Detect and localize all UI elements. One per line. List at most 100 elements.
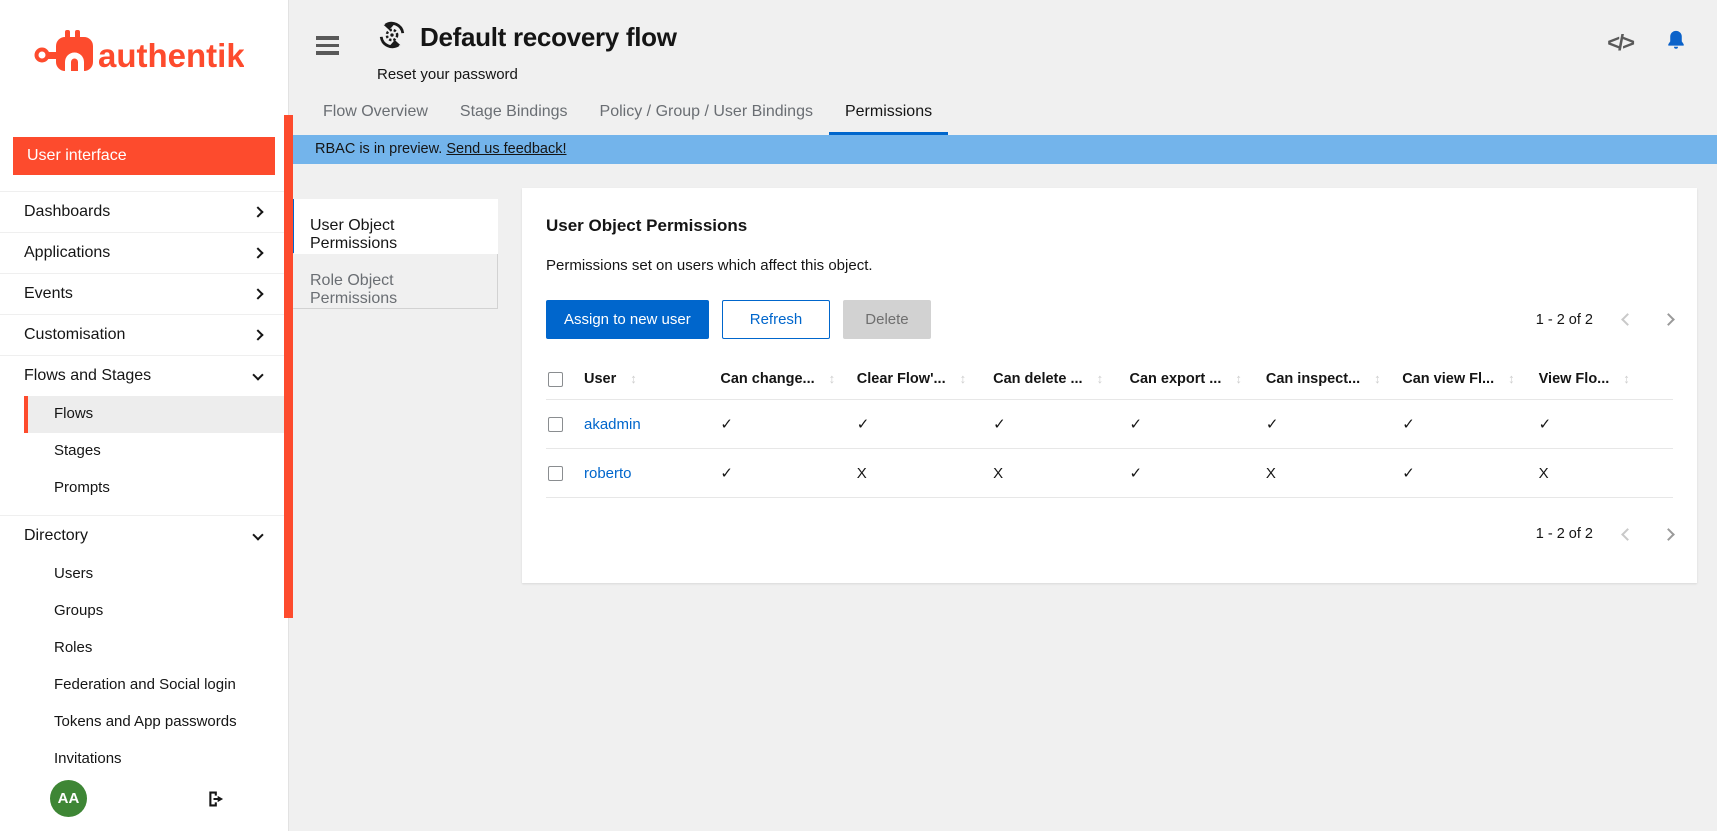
sidebar-subitem[interactable]: Groups bbox=[24, 593, 288, 630]
sort-icon[interactable]: ↕ bbox=[829, 371, 836, 386]
tab[interactable]: Stage Bindings bbox=[444, 93, 584, 135]
logo-wordmark: authentik bbox=[98, 37, 244, 74]
column-header-label: Can inspect... bbox=[1266, 371, 1360, 387]
tab[interactable]: Flow Overview bbox=[307, 93, 444, 135]
next-page-icon[interactable] bbox=[1662, 313, 1675, 326]
sidebar-footer: AA bbox=[0, 771, 288, 831]
sort-icon[interactable]: ↕ bbox=[960, 371, 967, 386]
permission-cell: ✓ bbox=[1400, 449, 1536, 498]
logo-key-ring bbox=[37, 50, 48, 61]
sidebar-item-label: User interface bbox=[27, 147, 127, 164]
subtab-label: User Object Permissions bbox=[310, 217, 397, 252]
sidebar-subitem[interactable]: Tokens and App passwords bbox=[24, 704, 288, 741]
sidebar-subitem[interactable]: Prompts bbox=[24, 470, 288, 507]
sort-icon[interactable]: ↕ bbox=[1235, 371, 1242, 386]
sidebar-subitem-label: Tokens and App passwords bbox=[54, 713, 237, 730]
sidebar: authentik User interface Dashboards Appl… bbox=[0, 0, 288, 831]
sidebar-section-label: Dashboards bbox=[24, 203, 110, 221]
pagination-top: 1 - 2 of 2 bbox=[1536, 312, 1673, 328]
tab-label: Flow Overview bbox=[323, 103, 428, 120]
chevron-icon bbox=[252, 288, 263, 299]
api-code-icon[interactable]: </> bbox=[1607, 30, 1633, 56]
chevron-icon bbox=[252, 206, 263, 217]
delete-button[interactable]: Delete bbox=[843, 300, 930, 339]
sidebar-subitem-label: Invitations bbox=[54, 750, 122, 767]
column-header-label: Can export ... bbox=[1130, 371, 1222, 387]
column-header[interactable]: Can inspect... ↕ bbox=[1264, 359, 1400, 400]
permission-cell: ✓ bbox=[1128, 400, 1264, 449]
row-checkbox[interactable] bbox=[548, 466, 563, 481]
sidebar-subitem[interactable]: Invitations bbox=[24, 741, 288, 771]
user-link[interactable]: roberto bbox=[584, 465, 632, 482]
top-bar: Default recovery flow Reset your passwor… bbox=[288, 0, 1717, 83]
subtab[interactable]: Role Object Permissions bbox=[291, 254, 498, 309]
sidebar-section: Flows and Stages Flows Stages Prompts bbox=[0, 355, 288, 515]
subtab[interactable]: User Object Permissions bbox=[291, 199, 498, 254]
sidebar-section-header[interactable]: Dashboards bbox=[0, 192, 288, 232]
sort-icon[interactable]: ↕ bbox=[1623, 371, 1630, 386]
previous-page-icon[interactable] bbox=[1621, 528, 1634, 541]
page-subtitle: Reset your password bbox=[377, 66, 677, 83]
tab-label: Permissions bbox=[845, 103, 932, 120]
column-header[interactable]: User↕ bbox=[582, 359, 718, 400]
column-header[interactable]: View Flo... ↕ bbox=[1537, 359, 1673, 400]
sidebar-section-header[interactable]: Flows and Stages bbox=[0, 356, 288, 396]
sidebar-section-children: Flows Stages Prompts bbox=[0, 396, 288, 515]
row-checkbox[interactable] bbox=[548, 417, 563, 432]
column-header[interactable]: Can change...↕ bbox=[718, 359, 854, 400]
next-page-icon[interactable] bbox=[1662, 528, 1675, 541]
sidebar-section: Events bbox=[0, 273, 288, 314]
sort-icon[interactable]: ↕ bbox=[1097, 371, 1104, 386]
sidebar-subitem[interactable]: Flows bbox=[24, 396, 288, 433]
user-link[interactable]: akadmin bbox=[584, 416, 641, 433]
sidebar-subitem[interactable]: Federation and Social login bbox=[24, 667, 288, 704]
column-header[interactable]: Can delete ...↕ bbox=[991, 359, 1127, 400]
select-all-checkbox[interactable] bbox=[548, 372, 563, 387]
logout-icon[interactable] bbox=[206, 789, 226, 809]
sort-icon[interactable]: ↕ bbox=[1508, 371, 1515, 386]
sidebar-section-label: Customisation bbox=[24, 326, 125, 344]
assign-to-new-user-button[interactable]: Assign to new user bbox=[546, 300, 709, 339]
chevron-icon bbox=[252, 369, 263, 380]
column-header-label: View Flo... bbox=[1539, 371, 1610, 387]
hamburger-menu-icon[interactable] bbox=[316, 32, 339, 59]
sidebar-subitem-label: Prompts bbox=[54, 479, 110, 496]
sidebar-section-header[interactable]: Customisation bbox=[0, 315, 288, 355]
column-header-label: Clear Flow'... bbox=[857, 371, 946, 387]
pagination-label: 1 - 2 of 2 bbox=[1536, 526, 1593, 542]
card-description: Permissions set on users which affect th… bbox=[546, 257, 1673, 274]
column-header-label: Can view Fl... bbox=[1402, 371, 1494, 387]
card-title: User Object Permissions bbox=[546, 216, 1673, 236]
subtab-label: Role Object Permissions bbox=[310, 272, 397, 307]
sidebar-accent-strip bbox=[284, 115, 293, 618]
sidebar-section-header[interactable]: Applications bbox=[0, 233, 288, 273]
sort-icon[interactable]: ↕ bbox=[1374, 371, 1381, 386]
tab[interactable]: Policy / Group / User Bindings bbox=[584, 93, 829, 135]
banner-feedback-link[interactable]: Send us feedback! bbox=[446, 141, 566, 157]
permission-cell: ✓ bbox=[718, 400, 854, 449]
refresh-button[interactable]: Refresh bbox=[722, 300, 831, 339]
permission-cell: ✓ bbox=[1128, 449, 1264, 498]
sidebar-subitem[interactable]: Roles bbox=[24, 630, 288, 667]
table-row: akadmin ✓✓✓✓✓✓✓ bbox=[546, 400, 1673, 449]
permission-cell: ✓ bbox=[991, 400, 1127, 449]
avatar[interactable]: AA bbox=[50, 780, 87, 817]
sidebar-item-user-interface[interactable]: User interface bbox=[13, 137, 275, 175]
sidebar-subitem[interactable]: Users bbox=[24, 556, 288, 593]
chevron-icon bbox=[252, 247, 263, 258]
sidebar-section-header[interactable]: Events bbox=[0, 274, 288, 314]
column-header[interactable]: Clear Flow'... ↕ bbox=[855, 359, 991, 400]
permission-cell: ✓ bbox=[1537, 400, 1673, 449]
sort-icon[interactable]: ↕ bbox=[630, 371, 637, 386]
column-header[interactable]: Can view Fl... ↕ bbox=[1400, 359, 1536, 400]
flow-process-icon bbox=[377, 20, 407, 55]
permissions-table: User↕ Can change...↕ Clear Flow'... ↕ Can… bbox=[546, 359, 1673, 498]
sidebar-section-header[interactable]: Directory bbox=[0, 516, 288, 556]
permission-cell: X bbox=[991, 449, 1127, 498]
authentik-logo[interactable]: authentik bbox=[0, 0, 288, 83]
column-header[interactable]: Can export ... ↕ bbox=[1128, 359, 1264, 400]
previous-page-icon[interactable] bbox=[1621, 313, 1634, 326]
notification-bell-icon[interactable] bbox=[1665, 28, 1687, 57]
sidebar-subitem[interactable]: Stages bbox=[24, 433, 288, 470]
tab[interactable]: Permissions bbox=[829, 93, 948, 135]
